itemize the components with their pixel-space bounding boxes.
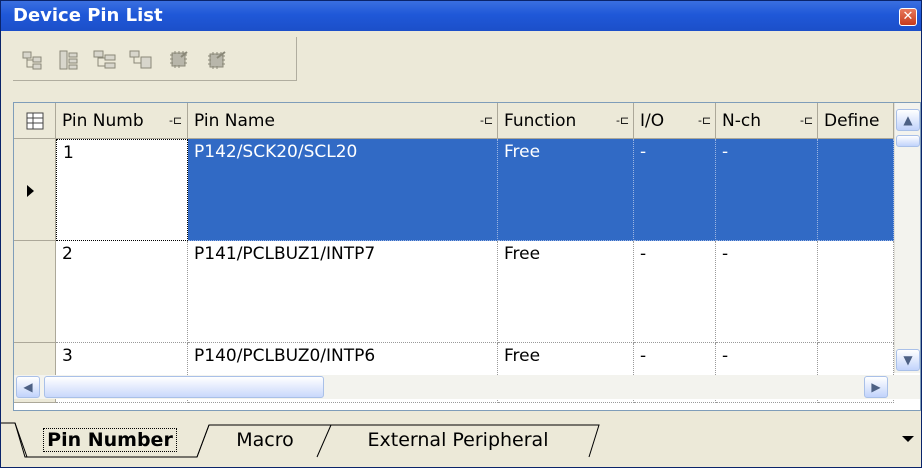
row-header[interactable] [14, 139, 56, 241]
cell-function[interactable]: Free [498, 241, 634, 343]
expand-node-icon[interactable] [93, 49, 117, 71]
tab-external-peripheral[interactable]: External Peripheral [335, 425, 581, 457]
header-pin-name-label: Pin Name [194, 111, 275, 131]
header-nch-label: N-ch [722, 111, 761, 131]
header-pin-name[interactable]: Pin Name -⊏ [188, 103, 498, 139]
pin-icon[interactable]: -⊏ [616, 115, 630, 127]
horizontal-scroll-thumb[interactable] [44, 376, 324, 398]
column-chooser-button[interactable] [14, 103, 56, 139]
cell-pin-number[interactable]: 2 [56, 241, 188, 343]
chip-icon[interactable] [167, 49, 191, 71]
tab-macro[interactable]: Macro [215, 425, 315, 457]
chevron-down-icon: ▼ [903, 353, 913, 367]
cell-pin-number[interactable]: 1 [56, 139, 188, 241]
close-icon: ✕ [902, 9, 914, 24]
cell-io[interactable]: - [634, 241, 716, 343]
close-button[interactable]: ✕ [899, 8, 917, 26]
header-function-label: Function [504, 111, 577, 131]
expand-all-icon[interactable] [21, 49, 45, 71]
pin-icon[interactable]: -⊏ [480, 115, 494, 127]
scroll-down-button[interactable]: ▼ [896, 349, 920, 371]
collapse-node-icon[interactable] [129, 49, 153, 71]
current-row-arrow-icon [27, 185, 34, 197]
tab-macro-label: Macro [236, 429, 294, 451]
device-pin-list-window: Device Pin List ✕ Pin Numb -⊏ Pin Name -⊏ … [0, 0, 922, 468]
cell-io[interactable]: - [634, 139, 716, 241]
cell-function[interactable]: Free [498, 139, 634, 241]
scroll-left-button[interactable]: ◀ [16, 376, 40, 398]
horizontal-scrollbar[interactable]: ◀ ▶ [14, 375, 920, 399]
pin-icon[interactable]: -⊏ [800, 115, 814, 127]
chevron-up-icon: ▲ [903, 113, 913, 127]
cell-nch[interactable]: - [716, 139, 818, 241]
cell-nch[interactable]: - [716, 241, 818, 343]
pin-icon[interactable]: -⊏ [169, 115, 183, 127]
pin-list-grid: Pin Numb -⊏ Pin Name -⊏ Function -⊏ I/O -⊏ N… [13, 102, 921, 411]
header-nch[interactable]: N-ch -⊏ [716, 103, 818, 139]
toolbar [13, 37, 297, 81]
header-pin-number-label: Pin Numb [62, 111, 144, 131]
pin-icon[interactable]: -⊏ [698, 115, 712, 127]
chevron-left-icon: ◀ [23, 380, 33, 394]
tab-pin-number-label: Pin Number [43, 428, 177, 452]
cell-pin-name[interactable]: P141/PCLBUZ1/INTP7 [188, 241, 498, 343]
cell-define[interactable] [818, 139, 894, 241]
vertical-scrollbar[interactable]: ▲ ▼ [894, 103, 920, 373]
chevron-right-icon: ▶ [871, 380, 881, 394]
vertical-scroll-thumb[interactable] [896, 135, 920, 147]
cell-pin-name[interactable]: P142/SCK20/SCL20 [188, 139, 498, 241]
header-pin-number[interactable]: Pin Numb -⊏ [56, 103, 188, 139]
header-define[interactable]: Define [818, 103, 894, 139]
cell-define[interactable] [818, 241, 894, 343]
chip-alt-icon[interactable] [205, 49, 229, 71]
scroll-right-button[interactable]: ▶ [864, 376, 888, 398]
column-chooser-icon [26, 112, 43, 130]
row-header[interactable] [14, 241, 56, 343]
collapse-all-icon[interactable] [57, 49, 81, 71]
scroll-up-button[interactable]: ▲ [896, 109, 920, 131]
title-bar[interactable]: Device Pin List ✕ [1, 1, 921, 31]
tab-list-dropdown-icon[interactable] [901, 435, 915, 443]
header-define-label: Define [824, 111, 880, 131]
header-io[interactable]: I/O -⊏ [634, 103, 716, 139]
tab-pin-number[interactable]: Pin Number [31, 425, 189, 457]
tab-external-peripheral-label: External Peripheral [367, 429, 549, 451]
view-tabs: Pin Number Macro External Peripheral [1, 411, 921, 467]
header-function[interactable]: Function -⊏ [498, 103, 634, 139]
header-io-label: I/O [640, 111, 665, 131]
window-title: Device Pin List [13, 5, 163, 26]
